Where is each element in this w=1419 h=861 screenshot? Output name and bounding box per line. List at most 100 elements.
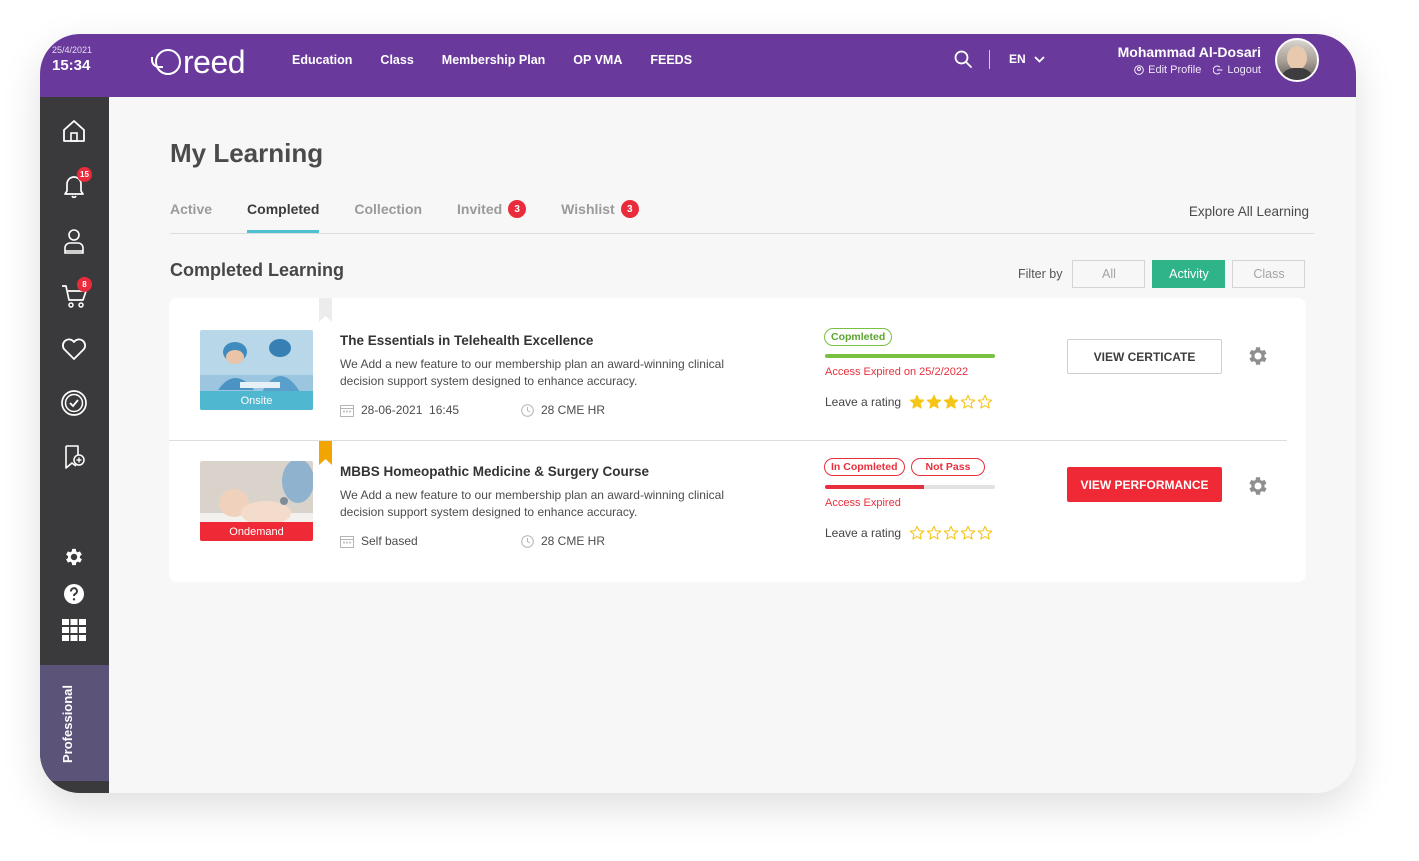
star-outline-icon[interactable]	[943, 525, 959, 541]
clock-icon	[521, 403, 534, 417]
badge-check-icon	[61, 390, 87, 416]
cme-text: 28 CME HR	[541, 534, 606, 548]
status-badge: Copmleted	[824, 328, 893, 346]
nav-education[interactable]: Education	[292, 53, 352, 67]
course-thumbnail[interactable]: Onsite	[200, 330, 313, 410]
view-certificate-button[interactable]: VIEW CERTICATE	[1067, 339, 1222, 374]
schedule-text: Self based	[361, 534, 418, 548]
nav-class[interactable]: Class	[380, 53, 413, 67]
filter-activity-button[interactable]: Activity	[1152, 260, 1226, 288]
app-frame: 25/4/2021 15:34 reed Education Class Mem…	[40, 34, 1356, 793]
course-schedule: Self based	[340, 534, 418, 548]
bookmark-ribbon-icon[interactable]	[319, 441, 332, 465]
status-badges: In Copmleted Not Pass	[824, 458, 986, 476]
current-time: 15:34	[52, 57, 91, 74]
user-name: Mohammad Al-Dosari	[1117, 44, 1261, 60]
schedule-text: 28-06-2021 16:45	[361, 403, 460, 417]
sidebar-item-home[interactable]	[59, 116, 89, 146]
bookmark-add-icon	[65, 445, 85, 469]
gear-icon[interactable]	[1246, 344, 1270, 368]
rating-label: Leave a rating	[825, 395, 902, 409]
course-thumbnail[interactable]: Ondemand	[200, 461, 313, 541]
explore-all-link[interactable]: Explore All Learning	[1189, 204, 1309, 219]
tab-active[interactable]: Active	[170, 201, 212, 234]
star-filled-icon[interactable]	[926, 394, 942, 410]
star-outline-icon[interactable]	[960, 525, 976, 541]
star-filled-icon[interactable]	[943, 394, 959, 410]
course-title[interactable]: The Essentials in Telehealth Excellence	[340, 333, 593, 348]
course-cme: 28 CME HR	[521, 403, 605, 417]
datetime: 25/4/2021 15:34	[52, 45, 112, 74]
page-title: My Learning	[170, 138, 324, 168]
star-outline-icon[interactable]	[977, 394, 993, 410]
nav-membership-plan[interactable]: Membership Plan	[442, 53, 546, 67]
doctor-icon	[64, 229, 84, 254]
logout-link[interactable]: Logout	[1213, 64, 1261, 76]
sidebar-item-certificates[interactable]	[59, 388, 89, 418]
access-expiry: Access Expired	[825, 497, 901, 509]
sidebar-item-wishlist[interactable]	[59, 334, 89, 364]
filter-label: Filter by	[1018, 267, 1063, 281]
star-outline-icon[interactable]	[977, 525, 993, 541]
tab-invited[interactable]: Invited 3	[457, 200, 527, 234]
tabs-divider	[170, 233, 1314, 234]
language-label: EN	[1009, 52, 1026, 66]
header-divider	[989, 50, 990, 69]
sidebar-item-apps[interactable]	[59, 615, 89, 645]
course-description: We Add a new feature to our membership p…	[340, 488, 724, 519]
list-item: Onsite The Essentials in Telehealth Exce…	[169, 298, 1306, 438]
nav-feeds[interactable]: FEEDS	[650, 53, 692, 67]
gear-icon[interactable]	[1246, 474, 1270, 498]
sidebar-item-help[interactable]	[59, 579, 89, 609]
filter-all-button[interactable]: All	[1072, 260, 1146, 288]
sidebar-item-add-bookmark[interactable]	[59, 442, 89, 472]
section-title: Completed Learning	[170, 260, 345, 280]
progress-bar	[825, 354, 995, 358]
sidebar: 15 8 Professional	[40, 97, 109, 793]
search-icon[interactable]	[954, 50, 972, 68]
notification-badge: 15	[77, 167, 92, 182]
star-outline-icon[interactable]	[960, 394, 976, 410]
clock-icon	[521, 534, 534, 548]
logout-icon	[1213, 65, 1223, 75]
list-item: Ondemand MBBS Homeopathic Medicine & Sur…	[169, 441, 1306, 581]
invited-badge: 3	[508, 200, 527, 218]
grid-icon	[62, 619, 86, 641]
progress-bar	[825, 485, 995, 489]
logout-label: Logout	[1227, 64, 1261, 76]
user-circle-icon	[1134, 65, 1144, 75]
sidebar-item-cart[interactable]: 8	[59, 277, 92, 311]
sidebar-item-notifications[interactable]: 15	[59, 167, 92, 201]
filter-class-button[interactable]: Class	[1232, 260, 1306, 288]
sidebar-item-profile[interactable]	[59, 226, 89, 256]
tab-wishlist[interactable]: Wishlist 3	[561, 200, 639, 234]
tab-completed[interactable]: Completed	[247, 201, 320, 234]
cme-text: 28 CME HR	[541, 403, 606, 417]
language-selector[interactable]: EN	[1009, 52, 1045, 66]
reed-logo[interactable]: reed	[151, 44, 265, 80]
star-outline-icon[interactable]	[909, 525, 925, 541]
gear-icon	[66, 548, 82, 566]
user-info: Mohammad Al-Dosari Edit Profile Logout	[1118, 44, 1261, 76]
view-performance-button[interactable]: VIEW PERFORMANCE	[1067, 467, 1222, 502]
edit-profile-link[interactable]: Edit Profile	[1134, 64, 1201, 76]
sidebar-item-settings[interactable]	[59, 542, 89, 572]
bookmark-ribbon-icon[interactable]	[319, 298, 332, 322]
rating: Leave a rating	[825, 394, 993, 410]
course-title[interactable]: MBBS Homeopathic Medicine & Surgery Cour…	[340, 464, 649, 479]
star-rating[interactable]	[909, 525, 993, 541]
plan-tag: Professional	[40, 665, 109, 781]
result-badge: Not Pass	[910, 458, 986, 476]
edit-profile-label: Edit Profile	[1148, 64, 1202, 76]
heart-icon	[62, 338, 86, 360]
star-outline-icon[interactable]	[926, 525, 942, 541]
calendar-icon	[340, 535, 354, 548]
nav-op-vma[interactable]: OP VMA	[573, 53, 622, 67]
tab-collection[interactable]: Collection	[354, 201, 422, 234]
avatar[interactable]	[1275, 38, 1319, 82]
star-filled-icon[interactable]	[909, 394, 925, 410]
rating: Leave a rating	[825, 525, 993, 541]
star-rating[interactable]	[909, 394, 993, 410]
chevron-down-icon	[1034, 55, 1045, 63]
filter-bar: Filter by All Activity Class	[1018, 260, 1312, 288]
